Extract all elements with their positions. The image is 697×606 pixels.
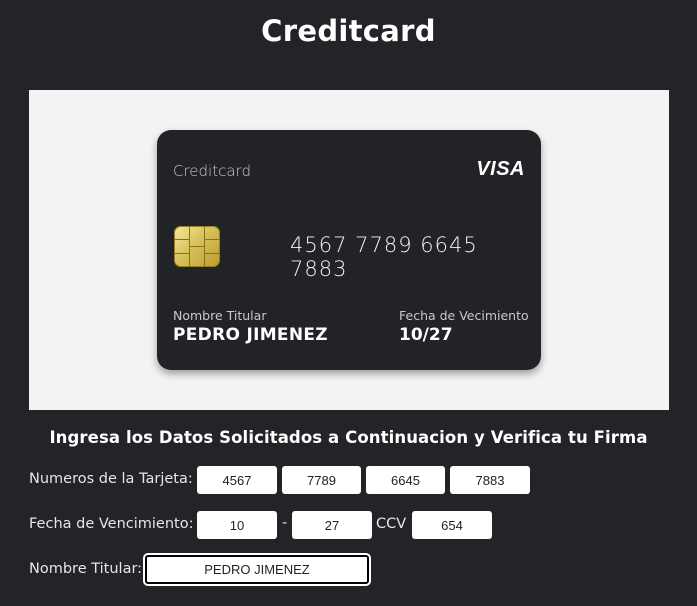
page-title: Creditcard [261,14,436,48]
card-number-part-2-input[interactable] [282,466,361,494]
expiry-year-input[interactable] [292,511,372,539]
credit-card-preview: Creditcard VISA 4567 7789 6645 7883 Nomb… [157,130,541,370]
card-brand-label: Creditcard [173,162,251,180]
holder-caption: Nombre Titular [173,308,267,323]
visa-logo-icon: VISA [476,158,525,180]
chip-line [174,253,189,254]
card-number-part-3-input[interactable] [366,466,445,494]
chip-line [205,253,220,254]
expiry-display: 10/27 [399,325,453,345]
ccv-input[interactable] [412,511,492,539]
chip-line [189,246,205,247]
card-number-display: 4567 7789 6645 7883 [290,233,478,281]
ccv-label: CCV [376,516,407,532]
chip-line [205,239,220,240]
expiry-caption: Fecha de Vecimiento [399,308,529,323]
form-instructions: Ingresa los Datos Solicitados a Continua… [49,428,648,447]
card-number-part-4-input[interactable] [450,466,530,494]
chip-line [174,239,189,240]
card-chip-icon [174,226,220,267]
holder-name-input[interactable] [145,555,369,584]
card-number-label: Numeros de la Tarjeta: [29,471,193,487]
expiry-month-input[interactable] [197,511,277,539]
holder-label: Nombre Titular: [29,561,143,577]
card-preview-panel: Creditcard VISA 4567 7789 6645 7883 Nomb… [29,90,669,410]
holder-name-display: PEDRO JIMENEZ [173,325,328,345]
expiry-separator: - [282,515,288,531]
card-number-part-1-input[interactable] [197,466,277,494]
expiry-label: Fecha de Vencimiento: [29,516,194,532]
